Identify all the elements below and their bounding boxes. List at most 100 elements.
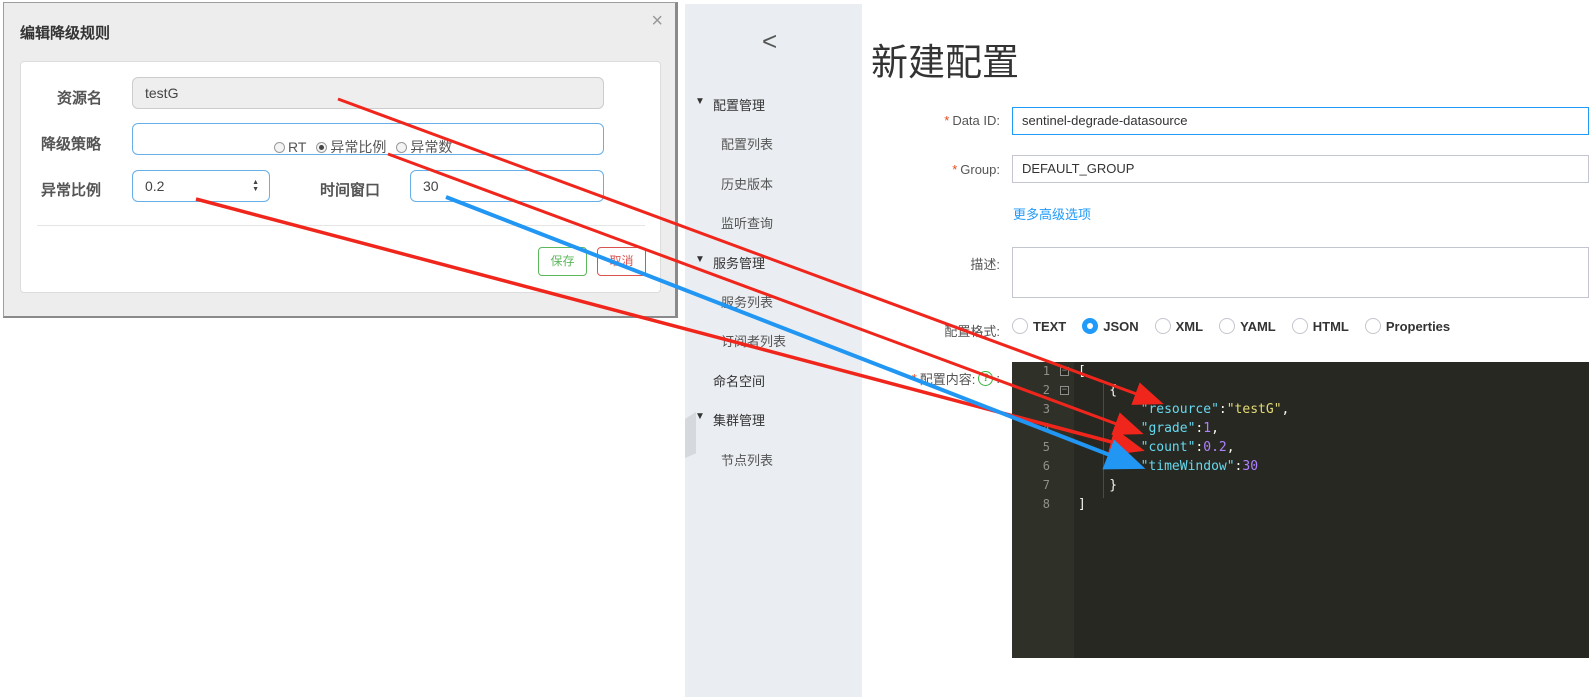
description-label: 描述:: [970, 257, 1000, 272]
help-icon[interactable]: ?: [978, 371, 994, 386]
nav-group-label: 集群管理: [713, 413, 766, 428]
format-option-yaml[interactable]: YAML: [1219, 318, 1276, 334]
caret-down-icon: ▼: [695, 254, 705, 265]
sidebar-item-history[interactable]: 历史版本: [721, 174, 773, 193]
nav-group-label: 配置管理: [713, 98, 766, 113]
radio-icon: [1012, 318, 1028, 334]
format-option-label: TEXT: [1033, 318, 1067, 334]
code-line: ]: [1078, 497, 1086, 512]
nav-group-namespace[interactable]: 命名空间: [713, 371, 765, 390]
caret-down-icon: ▼: [695, 411, 705, 422]
line-number: 7: [1042, 478, 1050, 492]
line-number: 8: [1042, 497, 1050, 511]
group-input[interactable]: DEFAULT_GROUP: [1012, 155, 1589, 183]
nav-group-cluster-management[interactable]: ▼ 集群管理: [695, 410, 766, 429]
required-mark: *: [911, 371, 917, 386]
strategy-radio-row: RT 异常比例 异常数: [274, 132, 458, 162]
data-id-label: * Data ID:: [944, 113, 1000, 128]
strategy-option-rt[interactable]: RT: [274, 132, 306, 162]
resource-name-input[interactable]: testG: [132, 77, 604, 109]
nav-group-label: 服务管理: [713, 256, 766, 271]
degrade-strategy-group: RT 异常比例 异常数: [132, 123, 604, 155]
fold-toggle-icon[interactable]: −: [1060, 386, 1069, 395]
degrade-strategy-label: 降级策略: [41, 136, 102, 153]
required-mark: *: [952, 162, 958, 177]
radio-icon: [1291, 318, 1308, 334]
editor-gutter: 1 2 3 4 5 6 7 8 − −: [1012, 362, 1074, 658]
edit-degrade-rule-dialog: 编辑降级规则 × 资源名 testG 降级策略 RT 异常比例 异常数 异常比例…: [3, 2, 678, 318]
config-format-label: 配置格式:: [944, 324, 1000, 339]
data-id-input[interactable]: sentinel-degrade-datasource: [1012, 107, 1589, 135]
format-option-html[interactable]: HTML: [1291, 318, 1349, 334]
config-content-label: * 配置内容:?:: [912, 369, 1000, 388]
line-number: 6: [1042, 459, 1050, 473]
code-line: [: [1078, 364, 1086, 379]
nav-group-config-management[interactable]: ▼ 配置管理: [695, 95, 766, 114]
exception-ratio-value: 0.2: [145, 178, 165, 194]
sidebar-toggle-handle[interactable]: [685, 412, 696, 458]
format-option-label: YAML: [1240, 318, 1276, 334]
strategy-option-label: 异常数: [410, 139, 453, 155]
line-number: 1: [1042, 364, 1050, 378]
format-option-json[interactable]: JSON: [1082, 318, 1139, 334]
sidebar-item-config-list[interactable]: 配置列表: [721, 134, 773, 153]
spinner-icon[interactable]: ▲ ▼: [252, 179, 259, 193]
code-line: "resource":"testG",: [1140, 402, 1290, 417]
sidebar-item-service-list[interactable]: 服务列表: [721, 292, 773, 311]
code-line: }: [1078, 478, 1118, 493]
fold-toggle-icon[interactable]: −: [1060, 367, 1069, 376]
radio-icon: [1219, 318, 1236, 334]
group-label-text: Group:: [960, 162, 1000, 177]
code-line: "timeWindow":30: [1140, 459, 1259, 474]
nacos-sidebar: < ▼ 配置管理 配置列表 历史版本 监听查询 ▼ 服务管理 服务列表 订阅者列表 …: [685, 4, 862, 697]
collapse-chevron-left-icon[interactable]: <: [762, 26, 777, 57]
format-option-xml[interactable]: XML: [1154, 318, 1204, 334]
radio-icon: [1154, 318, 1171, 334]
strategy-option-label: RT: [288, 139, 307, 155]
cancel-button[interactable]: 取消: [597, 247, 646, 276]
caret-down-icon: ▼: [695, 96, 705, 107]
close-icon[interactable]: ×: [651, 9, 663, 33]
page-title: 新建配置: [871, 42, 1019, 83]
screenshot-stage: 编辑降级规则 × 资源名 testG 降级策略 RT 异常比例 异常数 异常比例…: [0, 0, 1589, 697]
description-textarea[interactable]: [1012, 247, 1589, 298]
radio-selected-icon: [1082, 318, 1099, 334]
strategy-option-exception-count[interactable]: 异常数: [396, 132, 452, 162]
strategy-option-exception-ratio[interactable]: 异常比例: [316, 132, 386, 162]
sidebar-item-listener-query[interactable]: 监听查询: [721, 213, 773, 232]
group-label: * Group:: [952, 162, 1000, 177]
config-content-label-text: 配置内容:: [919, 372, 976, 387]
radio-icon: [396, 141, 408, 153]
radio-selected-icon: [316, 141, 328, 153]
sidebar-item-node-list[interactable]: 节点列表: [721, 450, 773, 469]
time-window-input[interactable]: 30: [410, 170, 604, 202]
line-number: 2: [1042, 383, 1050, 397]
radio-icon: [1364, 318, 1381, 334]
code-line: "grade":1,: [1140, 421, 1219, 436]
data-id-label-text: Data ID:: [952, 113, 1000, 128]
dialog-title: 编辑降级规则: [20, 25, 111, 42]
config-format-radio-group: TEXT JSON XML YAML HTML Properties: [1012, 318, 1466, 334]
advanced-options-link[interactable]: 更多高级选项: [1013, 204, 1091, 223]
code-line: "count":0.2,: [1140, 440, 1235, 455]
format-option-label: XML: [1175, 318, 1204, 334]
strategy-option-label: 异常比例: [330, 139, 387, 155]
line-number: 3: [1042, 402, 1050, 416]
exception-ratio-input[interactable]: 0.2 ▲ ▼: [132, 170, 270, 202]
nav-group-service-management[interactable]: ▼ 服务管理: [695, 253, 766, 272]
line-number: 5: [1042, 440, 1050, 454]
format-option-label: Properties: [1385, 318, 1451, 334]
code-line: {: [1078, 383, 1118, 398]
save-button[interactable]: 保存: [538, 247, 587, 276]
time-window-label: 时间窗口: [320, 182, 381, 199]
format-option-label: HTML: [1312, 318, 1349, 334]
format-option-text[interactable]: TEXT: [1012, 318, 1066, 334]
config-content-editor[interactable]: 1 2 3 4 5 6 7 8 − − [ { "resource":"test…: [1012, 362, 1589, 658]
required-mark: *: [944, 113, 950, 128]
format-option-properties[interactable]: Properties: [1364, 318, 1451, 334]
dialog-form: 资源名 testG 降级策略 RT 异常比例 异常数 异常比例 0.2 ▲ ▼ 时…: [20, 61, 661, 293]
line-number: 4: [1042, 421, 1050, 435]
resource-name-label: 资源名: [57, 90, 103, 107]
sidebar-item-subscriber-list[interactable]: 订阅者列表: [721, 331, 786, 350]
form-divider: [37, 225, 645, 226]
